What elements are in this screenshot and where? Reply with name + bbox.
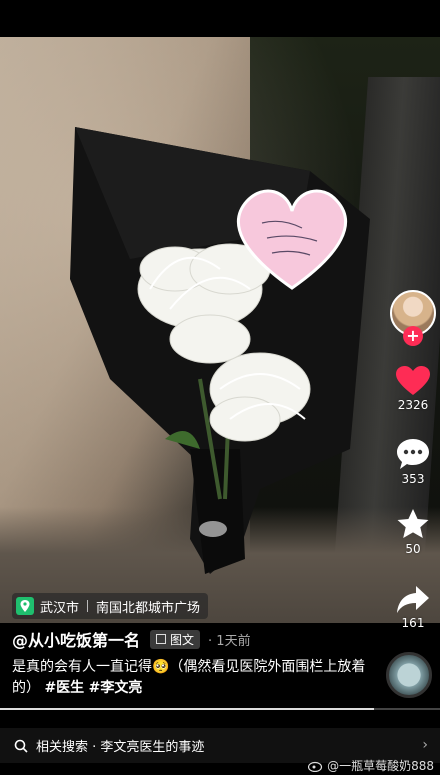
heart-card	[237, 189, 347, 290]
location-tag[interactable]: 武汉市 南国北都城市广场	[12, 593, 209, 619]
music-disc[interactable]	[386, 652, 432, 698]
post-time-value: 1天前	[216, 633, 251, 649]
post-photo[interactable]	[0, 37, 440, 623]
related-search-label: 相关搜索 · 李文亮医生的事迹	[36, 740, 205, 755]
like-count: 2326	[397, 398, 429, 412]
author-row: @从小吃饭第一名 图文 · 1天前	[12, 628, 251, 650]
hashtag[interactable]: #医生	[44, 680, 84, 696]
progress-bar[interactable]	[0, 708, 440, 710]
author-name[interactable]: @从小吃饭第一名	[12, 627, 140, 651]
search-icon	[14, 739, 28, 753]
image-post-icon	[156, 634, 167, 644]
comment-icon[interactable]	[396, 438, 430, 470]
favorite-action[interactable]: 50	[390, 508, 436, 556]
post-time: · 1天前	[208, 633, 251, 649]
like-action[interactable]: 2326	[390, 366, 436, 412]
watermark-at: @	[327, 758, 340, 773]
heart-icon[interactable]	[396, 366, 430, 396]
watermark-text: 一瓶草莓酸奶888	[339, 759, 434, 773]
share-icon[interactable]	[396, 584, 430, 614]
location-city: 武汉市	[40, 600, 80, 616]
star-icon[interactable]	[396, 508, 430, 540]
favorite-count: 50	[405, 542, 421, 556]
post-description: 是真的会有人一直记得🥺（偶然看见医院外面围栏上放着的） #医生 #李文亮	[12, 657, 382, 699]
hashtag[interactable]: #李文亮	[89, 680, 143, 696]
chevron-right-icon: ›	[422, 737, 428, 753]
post-type-badge: 图文	[150, 629, 201, 649]
top-bar	[0, 0, 440, 37]
weibo-icon	[308, 761, 323, 772]
location-divider	[87, 600, 89, 612]
location-pin-icon	[16, 597, 34, 615]
author-avatar-group[interactable]: +	[390, 290, 436, 352]
share-count: 161	[401, 616, 425, 630]
location-place: 南国北都城市广场	[96, 600, 201, 616]
post-type-label: 图文	[170, 632, 195, 647]
comment-count: 353	[401, 472, 425, 486]
share-action[interactable]: 161	[390, 584, 436, 630]
follow-button[interactable]: +	[403, 326, 423, 346]
comment-action[interactable]: 353	[390, 438, 436, 486]
watermark: @ 一瓶草莓酸奶888	[308, 757, 434, 774]
progress-fill	[0, 708, 374, 710]
